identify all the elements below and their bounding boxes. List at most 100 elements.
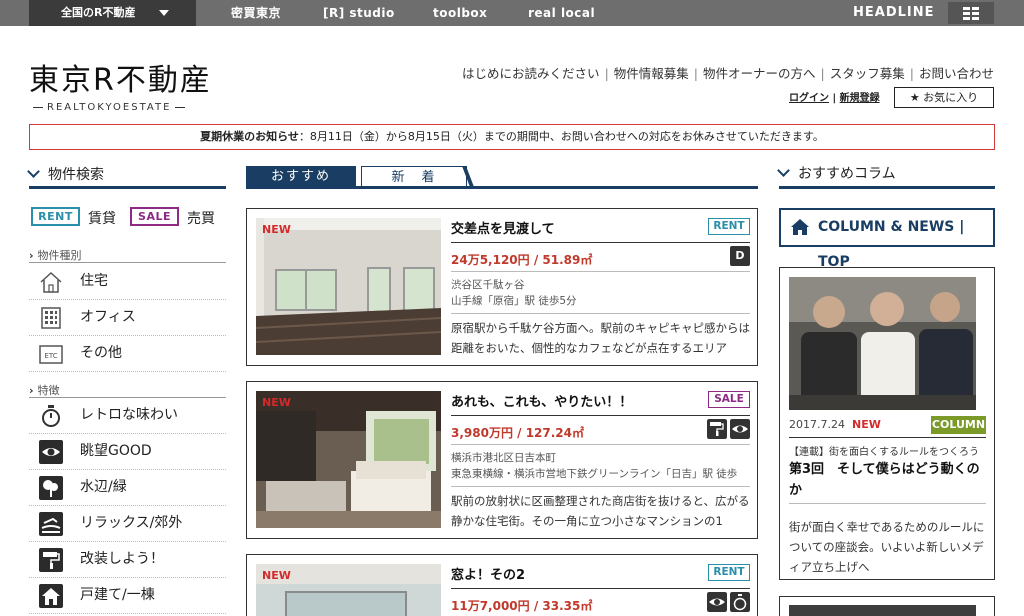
eye-icon xyxy=(730,419,750,439)
sidebar-item-residence[interactable]: 住宅 xyxy=(29,264,226,300)
room-photo-image xyxy=(256,218,441,355)
tab-underline xyxy=(246,186,758,189)
sidebar-item-detached[interactable]: 戸建て/一棟 xyxy=(29,578,226,614)
office-building-icon xyxy=(41,307,61,329)
listing-description: 原宿駅から千駄ケ谷方面へ。駅前のキャピキャピ感からは距離をおいた、個性的なカフェ… xyxy=(451,321,750,355)
sidebar-item-other[interactable]: ETC その他 xyxy=(29,336,226,372)
sidebar-item-label: その他 xyxy=(80,345,122,361)
divider xyxy=(451,486,750,487)
listing-photo[interactable]: NEW xyxy=(256,564,441,616)
column-date: 2017.7.24 xyxy=(789,418,845,431)
listing-address: 渋谷区千駄ヶ谷 山手線「原宿」駅 徒歩5分 xyxy=(451,277,750,309)
divider xyxy=(451,444,750,445)
rent-tag: RENT xyxy=(708,218,750,235)
new-label: NEW xyxy=(852,418,881,431)
sidebar-item-label: 水辺/緑 xyxy=(80,479,127,495)
listing-title[interactable]: あれも、これも、やりたい！！ xyxy=(451,391,632,410)
header-link-listing-wanted[interactable]: 物件情報募集 xyxy=(614,66,689,81)
new-label: NEW xyxy=(262,569,291,582)
sidebar-item-label: 眺望GOOD xyxy=(80,443,152,459)
notice-banner: 夏期休業のお知らせ：8月11日（金）から8月15日（火）までの期間中、お問い合わ… xyxy=(29,124,995,150)
sidebar-item-label: 住宅 xyxy=(80,273,108,289)
tab-recommended[interactable]: おすすめ xyxy=(246,166,356,188)
sidebar-item-renovate[interactable]: 改装しよう！ xyxy=(29,542,226,578)
listing-photo[interactable]: NEW xyxy=(256,218,441,355)
listing-card[interactable]: NEW 交差点を見渡して RENT 24万5,120円 / 51.89㎡ D 渋… xyxy=(246,208,758,366)
sale-badge[interactable]: SALE xyxy=(130,207,179,226)
designer-icon: D xyxy=(730,246,750,266)
column-news-top-label: COLUMN & NEWS | TOP xyxy=(818,219,965,270)
column-card[interactable]: 2017.7.24 NEW COLUMN 【連載】街を面白くするルールをつくろう… xyxy=(779,267,995,580)
listing-photo[interactable]: NEW xyxy=(256,391,441,528)
stopwatch-icon xyxy=(730,592,750,612)
header-link-contact[interactable]: お問い合わせ xyxy=(919,66,994,81)
column-tag: COLUMN xyxy=(931,416,986,434)
nav-link-toolbox[interactable]: toolbox xyxy=(433,0,487,26)
rent-tag: RENT xyxy=(708,564,750,581)
menu-button[interactable] xyxy=(948,2,994,24)
column-card[interactable] xyxy=(779,596,995,616)
sidebar-item-relax[interactable]: リラックス/郊外 xyxy=(29,506,226,542)
signup-link[interactable]: 新規登録 xyxy=(840,93,880,104)
column-photo[interactable] xyxy=(789,277,976,410)
paint-roller-icon xyxy=(39,548,63,572)
sidebar-item-label: リラックス/郊外 xyxy=(80,515,183,531)
sidebar-item-view[interactable]: 眺望GOOD xyxy=(29,434,226,470)
sidebar-item-label: レトロな味わい xyxy=(80,407,178,423)
separator: | xyxy=(909,66,914,81)
sidebar-item-office[interactable]: オフィス xyxy=(29,300,226,336)
column-photo[interactable] xyxy=(789,605,976,616)
divider xyxy=(789,503,986,504)
header-link-guide[interactable]: はじめにお読みください xyxy=(462,66,600,81)
logo-english: REALTOKYOESTATE xyxy=(29,102,227,113)
login-link[interactable]: ログイン xyxy=(789,93,829,104)
separator: | xyxy=(820,66,825,81)
header-links: はじめにお読みください | 物件情報募集 | 物件オーナーの方へ | スタッフ募集 | お問い合… xyxy=(462,63,994,82)
rent-badge[interactable]: RENT xyxy=(31,207,80,226)
divider xyxy=(451,271,750,272)
listing-price: 24万5,120円 / 51.89㎡ xyxy=(451,253,593,267)
sidebar-item-retro[interactable]: レトロな味わい xyxy=(29,398,226,434)
grid-menu-icon xyxy=(963,7,979,20)
divider xyxy=(451,242,750,243)
new-label: NEW xyxy=(262,223,291,236)
column-news-top-button[interactable]: COLUMN & NEWS | TOP xyxy=(779,208,995,270)
site-logo[interactable]: 東京R不動産 REALTOKYOESTATE xyxy=(29,63,212,114)
region-selector[interactable]: 全国のR不動産 xyxy=(29,0,196,26)
sidebar-item-waterside[interactable]: 水辺/緑 xyxy=(29,470,226,506)
people-photo-image xyxy=(789,277,976,410)
listing-card[interactable]: NEW あれも、これも、やりたい！！ SALE 3,980万円 / 127.24… xyxy=(246,381,758,539)
nav-link-real-local[interactable]: real local xyxy=(528,0,595,26)
divider xyxy=(779,186,995,189)
headline-link[interactable]: HEADLINE xyxy=(853,0,935,26)
header-link-recruit[interactable]: スタッフ募集 xyxy=(830,66,905,81)
sale-tag: SALE xyxy=(708,391,750,408)
logo-japanese: 東京R不動産 xyxy=(29,63,212,98)
eye-icon xyxy=(39,440,63,464)
listing-price: 11万7,000円 / 33.35㎡ xyxy=(451,599,593,613)
notice-body: ：8月11日（金）から8月15日（火）までの期間中、お問い合わせへの対応をお休み… xyxy=(298,130,824,143)
listing-station: 山手線「原宿」駅 徒歩5分 xyxy=(451,295,577,307)
nav-link-mitsubai[interactable]: 密買東京 xyxy=(231,0,281,26)
chevron-down-icon xyxy=(159,10,169,16)
sale-text[interactable]: 売買 xyxy=(187,208,215,228)
detached-house-icon xyxy=(39,584,63,608)
chevron-down-icon xyxy=(27,165,40,178)
listing-title[interactable]: 交差点を見渡して xyxy=(451,218,555,237)
top-bar: 全国のR不動産 密買東京 [R] studio toolbox real loc… xyxy=(0,0,1024,26)
separator: | xyxy=(604,66,609,81)
favorites-button[interactable]: ★ お気に入り xyxy=(894,87,994,108)
listing-station: 東急東横線・横浜市営地下鉄グリーンライン「日吉」駅 徒歩 xyxy=(451,468,738,480)
new-label: NEW xyxy=(262,396,291,409)
property-search-title: 物件検索 xyxy=(48,167,104,183)
sidebar-item-label: 戸建て/一棟 xyxy=(80,587,155,603)
column-title[interactable]: 第3回 そして僕らはどう動くのか xyxy=(789,459,986,501)
header-link-owners[interactable]: 物件オーナーの方へ xyxy=(703,66,816,81)
listing-title[interactable]: 窓よ！その2 xyxy=(451,564,525,583)
listing-card[interactable]: NEW 窓よ！その2 RENT 11万7,000円 / 33.35㎡ xyxy=(246,554,758,616)
nav-link-r-studio[interactable]: [R] studio xyxy=(323,0,395,26)
column-heading-title: おすすめコラム xyxy=(798,166,896,182)
tab-new[interactable]: 新 着 xyxy=(361,166,467,188)
listing-address: 横浜市港北区日吉本町 東急東横線・横浜市営地下鉄グリーンライン「日吉」駅 徒歩 xyxy=(451,450,750,482)
rent-text[interactable]: 賃貸 xyxy=(88,208,116,228)
